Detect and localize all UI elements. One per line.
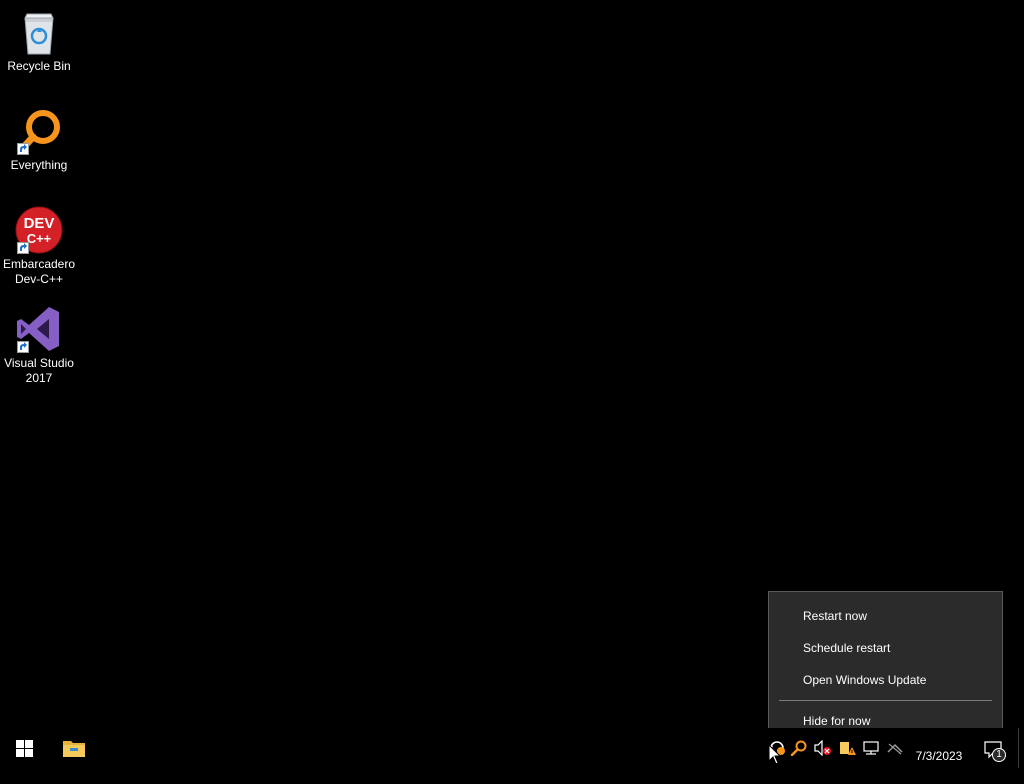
security-warning-icon[interactable]	[838, 740, 856, 756]
dev-cpp-icon: DEV C++	[15, 206, 63, 254]
taskbar: 7/3/2023 1	[0, 728, 1024, 768]
folder-icon	[63, 741, 85, 757]
volume-muted-icon[interactable]	[814, 739, 832, 757]
recycle-bin-icon	[15, 8, 63, 56]
shortcut-arrow-icon	[17, 341, 29, 353]
desktop-icon-label: Embarcadero Dev-C++	[2, 257, 76, 286]
menu-separator	[779, 700, 992, 701]
menu-item-open-windows-update[interactable]: Open Windows Update	[769, 664, 1002, 696]
desktop-icon-recycle-bin[interactable]: Recycle Bin	[1, 8, 77, 74]
clock-date: 7/3/2023	[915, 749, 963, 763]
desktop-icon-dev-cpp[interactable]: DEV C++ Embarcadero Dev-C++	[1, 206, 77, 287]
mouse-cursor-icon	[768, 743, 782, 766]
dev-cpp-icon-text: DEV	[24, 215, 55, 232]
everything-tray-icon[interactable]	[790, 740, 808, 757]
menu-item-schedule-restart[interactable]: Schedule restart	[769, 632, 1002, 664]
desktop-icon-label: Recycle Bin	[7, 59, 71, 73]
system-tray	[766, 728, 906, 768]
network-icon[interactable]	[862, 740, 880, 756]
desktop-icon-label: Visual Studio 2017	[4, 356, 74, 385]
start-button[interactable]	[0, 728, 48, 768]
everything-search-icon	[15, 107, 63, 155]
windows-update-context-menu: Restart now Schedule restart Open Window…	[768, 591, 1003, 746]
windows-logo-icon	[15, 739, 33, 757]
notification-count: 1	[996, 749, 1002, 760]
action-center-button[interactable]: 1	[980, 728, 1014, 768]
show-desktop-button[interactable]	[1018, 728, 1024, 768]
menu-item-restart-now[interactable]: Restart now	[769, 600, 1002, 632]
desktop-icon-visual-studio[interactable]: Visual Studio 2017	[1, 305, 77, 386]
desktop[interactable]: Recycle Bin Everything DEV C++ Embarcade…	[0, 0, 1024, 746]
dev-cpp-icon-text: C++	[27, 231, 52, 246]
desktop-icon-everything[interactable]: Everything	[1, 107, 77, 173]
visual-studio-icon	[15, 305, 63, 353]
desktop-icon-label: Everything	[10, 158, 68, 172]
shortcut-arrow-icon	[17, 143, 29, 155]
taskbar-file-explorer[interactable]	[50, 728, 98, 768]
hidden-icons-icon[interactable]	[886, 740, 904, 756]
taskbar-clock[interactable]: 7/3/2023	[906, 728, 972, 768]
shortcut-arrow-icon	[17, 242, 29, 254]
